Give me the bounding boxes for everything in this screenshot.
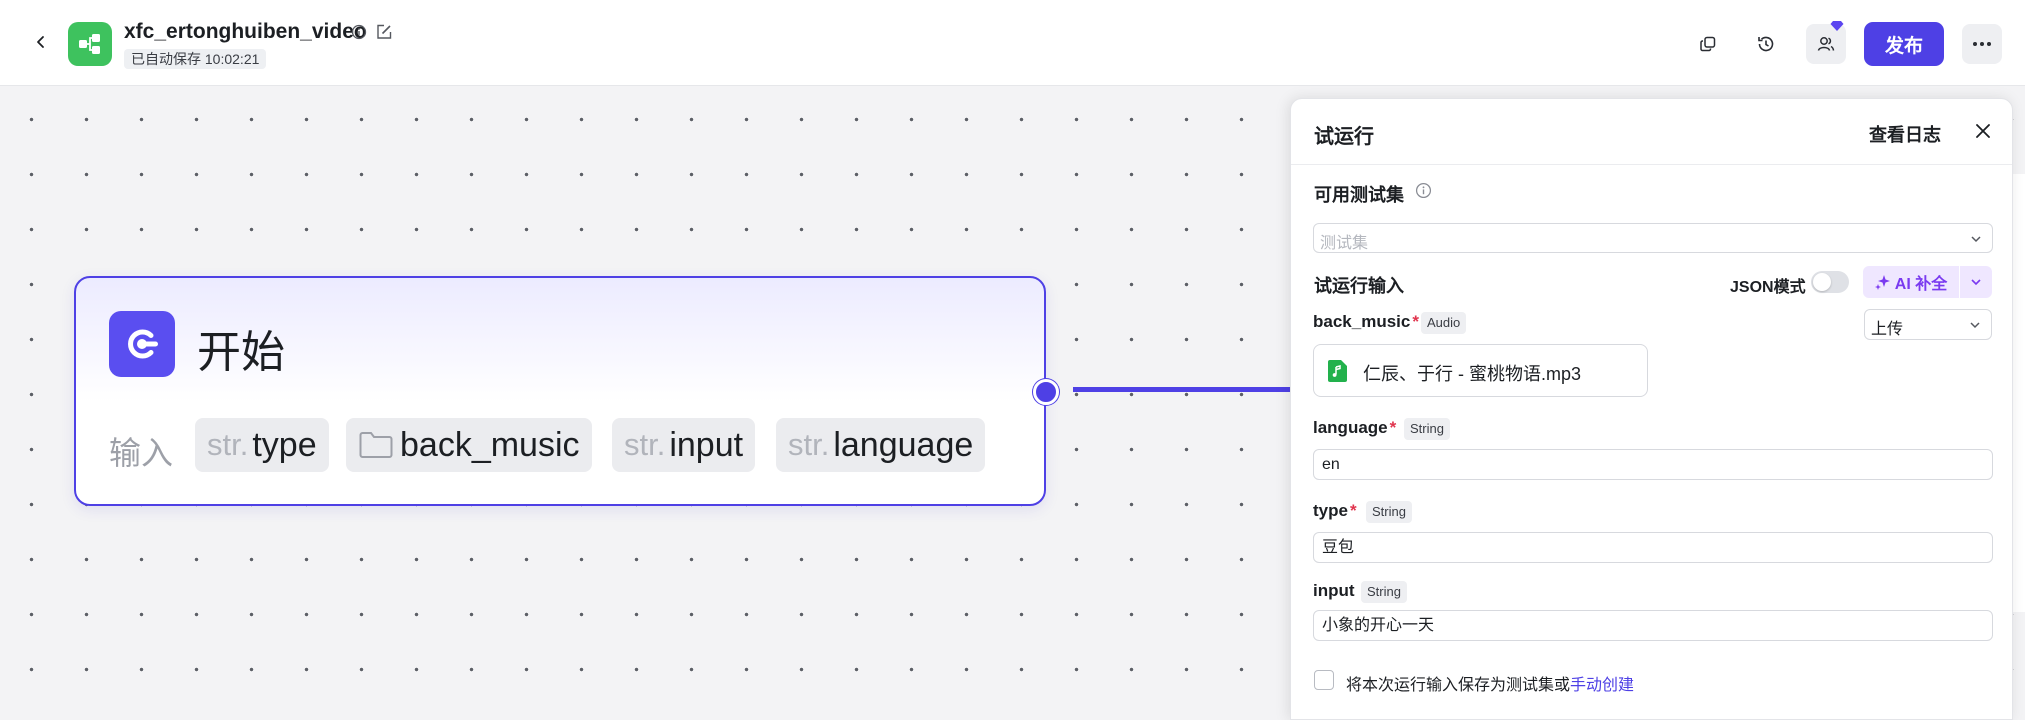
info-icon[interactable] xyxy=(1415,182,1432,204)
param-name: language xyxy=(833,425,974,464)
connection-edge[interactable] xyxy=(1073,387,1293,392)
back-button[interactable] xyxy=(30,31,52,53)
field-name-language: language * xyxy=(1313,418,1396,438)
upload-mode-value: 上传 xyxy=(1871,321,1904,338)
type-tag: String xyxy=(1404,418,1450,440)
view-log-button[interactable]: 查看日志 xyxy=(1869,121,1941,147)
autosave-status: 已自动保存 10:02:21 xyxy=(124,49,267,69)
testset-label: 可用测试集 xyxy=(1314,185,1404,205)
publish-button[interactable]: 发布 xyxy=(1864,22,1944,66)
node-input-label: 输入 xyxy=(109,434,174,472)
param-type-prefix: str. xyxy=(207,427,249,462)
audio-file-icon xyxy=(1328,360,1347,382)
run-input-label: 试运行输入 xyxy=(1314,276,1404,296)
save-testset-text: 将本次运行输入保存为测试集或 xyxy=(1346,677,1571,694)
toggle-knob xyxy=(1813,273,1831,291)
users-icon xyxy=(1817,37,1835,51)
param-name: back_music xyxy=(400,425,580,464)
uploaded-file[interactable]: 仁辰、于行 - 蜜桃物语.mp3 xyxy=(1313,344,1648,397)
start-node[interactable]: 开始 输入 str. type back_music str. input st… xyxy=(74,276,1046,506)
collaborators-button[interactable] xyxy=(1806,21,1846,64)
hidden-node-edge xyxy=(2012,174,2025,612)
testset-select[interactable]: 测试集 xyxy=(1313,223,1993,253)
param-name: type xyxy=(252,425,317,464)
type-input[interactable]: 豆包 xyxy=(1313,532,1993,563)
copy-icon xyxy=(1700,36,1716,52)
more-icon xyxy=(1973,42,1991,46)
close-button[interactable] xyxy=(1971,119,1995,143)
close-icon xyxy=(1976,124,1990,138)
manual-create-link[interactable]: 手动创建 xyxy=(1570,677,1634,694)
app-title: xfc_ertonghuiben_video xyxy=(124,20,367,43)
copy-button[interactable] xyxy=(1688,24,1728,64)
testset-placeholder: 测试集 xyxy=(1320,235,1369,252)
top-bar: xfc_ertonghuiben_video 已自动保存 10:02:21 发布 xyxy=(0,0,2025,86)
json-mode-toggle[interactable] xyxy=(1811,271,1849,293)
save-testset-label: 将本次运行输入保存为测试集或手动创建 xyxy=(1346,671,1634,695)
field-name-back-music: back_music * xyxy=(1313,312,1419,332)
more-button[interactable] xyxy=(1962,24,2002,64)
required-mark: * xyxy=(1349,501,1357,520)
field-label: input xyxy=(1313,581,1355,600)
sparkle-icon xyxy=(1874,275,1890,290)
chevron-down-icon xyxy=(1971,279,1981,286)
workflow-logo-icon xyxy=(68,22,112,66)
field-label: back_music xyxy=(1313,312,1411,331)
field-label: type xyxy=(1313,501,1348,520)
param-chip-type: str. type xyxy=(195,418,329,472)
type-tag: Audio xyxy=(1421,312,1467,334)
ai-fill-button[interactable]: AI 补全 xyxy=(1863,266,1959,298)
start-node-icon xyxy=(109,311,175,377)
panel-title: 试运行 xyxy=(1314,126,1374,148)
history-button[interactable] xyxy=(1746,24,1786,64)
json-mode-label: JSON模式 xyxy=(1730,279,1806,296)
param-chip-back-music: back_music xyxy=(346,418,592,472)
required-mark: * xyxy=(1389,418,1397,437)
input-input[interactable]: 小象的开心一天 xyxy=(1313,610,1993,641)
file-name: 仁辰、于行 - 蜜桃物语.mp3 xyxy=(1363,364,1582,384)
chevron-down-icon xyxy=(1971,236,1981,243)
field-label: language xyxy=(1313,418,1388,437)
ai-fill-dropdown[interactable] xyxy=(1960,266,1992,298)
history-icon xyxy=(1758,36,1774,52)
chevron-down-icon xyxy=(1970,322,1980,329)
param-name: input xyxy=(669,425,744,464)
folder-icon xyxy=(359,432,393,458)
ai-fill-label: AI 补全 xyxy=(1894,276,1948,293)
save-testset-checkbox[interactable] xyxy=(1314,670,1334,690)
param-chip-language: str. language xyxy=(776,418,986,472)
language-input[interactable]: en xyxy=(1313,449,1993,480)
type-tag: String xyxy=(1366,501,1412,523)
panel-header: 试运行 查看日志 xyxy=(1291,99,2012,165)
node-title: 开始 xyxy=(197,327,285,378)
field-name-input: input xyxy=(1313,581,1355,601)
required-mark: * xyxy=(1412,312,1419,331)
node-output-port[interactable] xyxy=(1033,379,1059,405)
info-icon[interactable] xyxy=(351,24,367,45)
upload-mode-select[interactable]: 上传 xyxy=(1864,309,1992,340)
edit-icon[interactable] xyxy=(375,23,393,46)
param-chip-input: str. input xyxy=(612,418,756,472)
chevron-left-icon xyxy=(37,36,44,48)
diamond-badge-icon xyxy=(1830,21,1844,31)
param-type-prefix: str. xyxy=(788,427,830,462)
field-name-type: type * xyxy=(1313,501,1357,521)
test-run-panel: 试运行 查看日志 可用测试集 测试集 试运行输入 JSON模式 AI 补全 ba… xyxy=(1290,98,2013,720)
param-type-prefix: str. xyxy=(624,427,666,462)
type-tag: String xyxy=(1361,581,1407,603)
